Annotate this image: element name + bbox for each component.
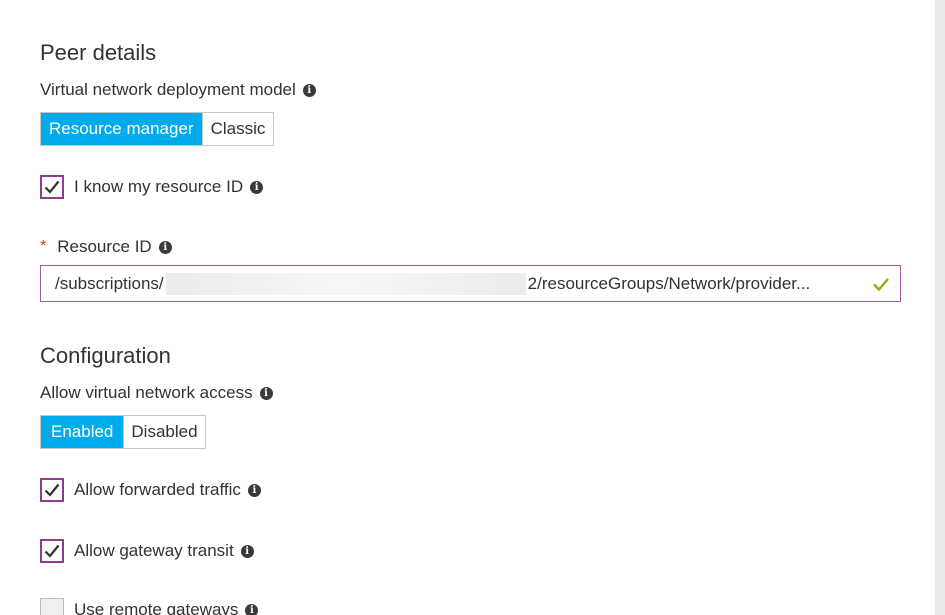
resource-id-label: Resource ID — [57, 237, 152, 256]
know-resource-id-label: I know my resource ID — [74, 177, 244, 196]
resource-id-value: /subscriptions/ 2/resourceGroups/Network… — [55, 272, 862, 295]
allow-forwarded-traffic-label: Allow forwarded traffic — [74, 480, 241, 499]
allow-gateway-transit-checkbox[interactable] — [40, 539, 64, 563]
valid-check-icon — [873, 277, 889, 291]
vnet-access-label: Allow virtual network access — [40, 383, 253, 402]
info-icon[interactable]: i — [240, 544, 254, 558]
vnet-access-option-enabled[interactable]: Enabled — [41, 416, 124, 448]
resource-id-label-row: * Resource ID i — [40, 237, 172, 257]
peering-settings-panel: Peer details Virtual network deployment … — [0, 0, 945, 615]
know-resource-id-checkbox[interactable] — [40, 175, 64, 199]
deployment-model-label: Virtual network deployment model — [40, 80, 296, 99]
vnet-access-label-row: Allow virtual network access i — [40, 383, 273, 403]
info-icon[interactable]: i — [259, 386, 273, 400]
configuration-heading: Configuration — [40, 343, 171, 368]
required-marker: * — [40, 238, 47, 255]
allow-gateway-transit-row: Allow gateway transit i — [40, 539, 254, 563]
peer-details-heading: Peer details — [40, 40, 157, 65]
resource-id-value-prefix: /subscriptions/ — [55, 273, 164, 293]
resource-id-input[interactable]: /subscriptions/ 2/resourceGroups/Network… — [40, 265, 901, 302]
vnet-access-toggle: Enabled Disabled — [40, 415, 206, 449]
use-remote-gateways-label: Use remote gateways — [74, 600, 239, 615]
resource-id-value-suffix: 2/resourceGroups/Network/provider... — [527, 273, 811, 293]
info-icon[interactable]: i — [158, 240, 172, 254]
deployment-model-option-classic[interactable]: Classic — [201, 113, 274, 145]
info-icon[interactable]: i — [250, 180, 264, 194]
know-resource-id-row: I know my resource ID i — [40, 175, 264, 199]
check-icon — [44, 180, 60, 194]
allow-forwarded-traffic-row: Allow forwarded traffic i — [40, 478, 261, 502]
use-remote-gateways-checkbox[interactable] — [40, 598, 64, 615]
deployment-model-option-resource-manager[interactable]: Resource manager — [41, 113, 202, 145]
deployment-model-toggle: Resource manager Classic — [40, 112, 275, 146]
check-icon — [44, 483, 60, 497]
allow-gateway-transit-label: Allow gateway transit — [74, 541, 234, 560]
use-remote-gateways-row: Use remote gateways i — [40, 598, 259, 615]
redacted-subscription-id — [165, 272, 526, 295]
allow-forwarded-traffic-checkbox[interactable] — [40, 478, 64, 502]
vertical-scrollbar[interactable] — [935, 0, 945, 615]
info-icon[interactable]: i — [247, 483, 261, 497]
deployment-model-label-row: Virtual network deployment model i — [40, 80, 316, 100]
info-icon[interactable]: i — [245, 603, 259, 615]
info-icon[interactable]: i — [302, 83, 316, 97]
vnet-access-option-disabled[interactable]: Disabled — [123, 416, 205, 448]
check-icon — [44, 544, 60, 558]
